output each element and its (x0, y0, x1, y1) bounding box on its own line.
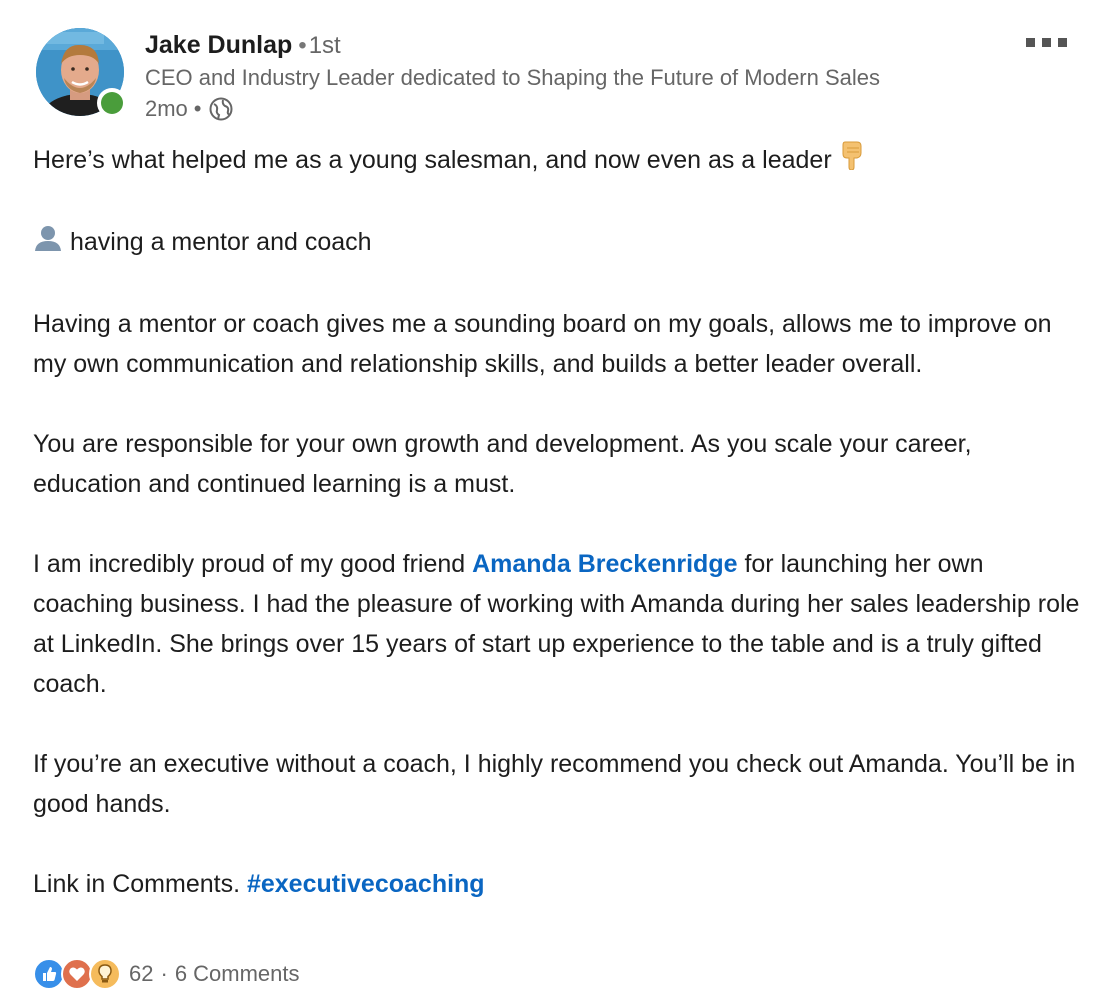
post-text: Here’s what helped me as a young salesma… (33, 140, 1083, 904)
social-separator: · (160, 961, 168, 986)
degree-separator: • (298, 32, 307, 59)
reactions-summary[interactable] (33, 958, 121, 990)
author-headline: CEO and Industry Leader dedicated to Sha… (145, 65, 881, 90)
ellipsis-icon (1058, 37, 1067, 47)
globe-icon (208, 96, 234, 122)
post-text-segment: I am incredibly proud of my good friend (33, 549, 473, 578)
post-line: Here’s what helped me as a young salesma… (33, 146, 832, 174)
post-paragraph: Having a mentor or coach gives me a soun… (33, 309, 1052, 378)
post-paragraph: having a mentor and coach (33, 222, 1083, 263)
comments-count-link[interactable]: 6 Comments (175, 961, 300, 987)
online-status-dot (101, 92, 123, 114)
meta-separator: • (193, 96, 202, 121)
post-paragraph: I am incredibly proud of my good friend … (33, 544, 1083, 704)
ellipsis-icon (1026, 37, 1035, 47)
hashtag-link[interactable]: #executivecoaching (247, 870, 485, 898)
social-counts: 62 · 6 Comments (33, 958, 300, 990)
post-line: having a mentor and coach (69, 228, 372, 257)
post-paragraph: You are responsible for your own growth … (33, 429, 972, 498)
post-paragraph: Here’s what helped me as a young salesma… (33, 140, 1083, 182)
presence-indicator (97, 88, 127, 118)
insightful-icon (89, 958, 121, 990)
reaction-count[interactable]: 62 (129, 961, 153, 987)
author-name[interactable]: Jake Dunlap (145, 31, 292, 59)
author-line: Jake Dunlap •1st (145, 30, 341, 64)
ellipsis-icon (1042, 37, 1051, 47)
post-meta: 2mo • (145, 95, 234, 123)
post-paragraph: If you’re an executive without a coach, … (33, 749, 1076, 818)
more-options-button[interactable] (1026, 34, 1072, 50)
post-text-segment: Link in Comments. (33, 869, 247, 898)
feed-post: Jake Dunlap •1st CEO and Industry Leader … (0, 0, 1104, 1006)
post-paragraph: Link in Comments. #executivecoaching (33, 864, 1083, 904)
person-silhouette-emoji (33, 224, 63, 264)
connection-degree: 1st (308, 32, 341, 59)
mention-link[interactable]: Amanda Breckenridge (472, 550, 737, 578)
pointing-down-emoji (839, 140, 865, 182)
post-time: 2mo (145, 96, 188, 121)
